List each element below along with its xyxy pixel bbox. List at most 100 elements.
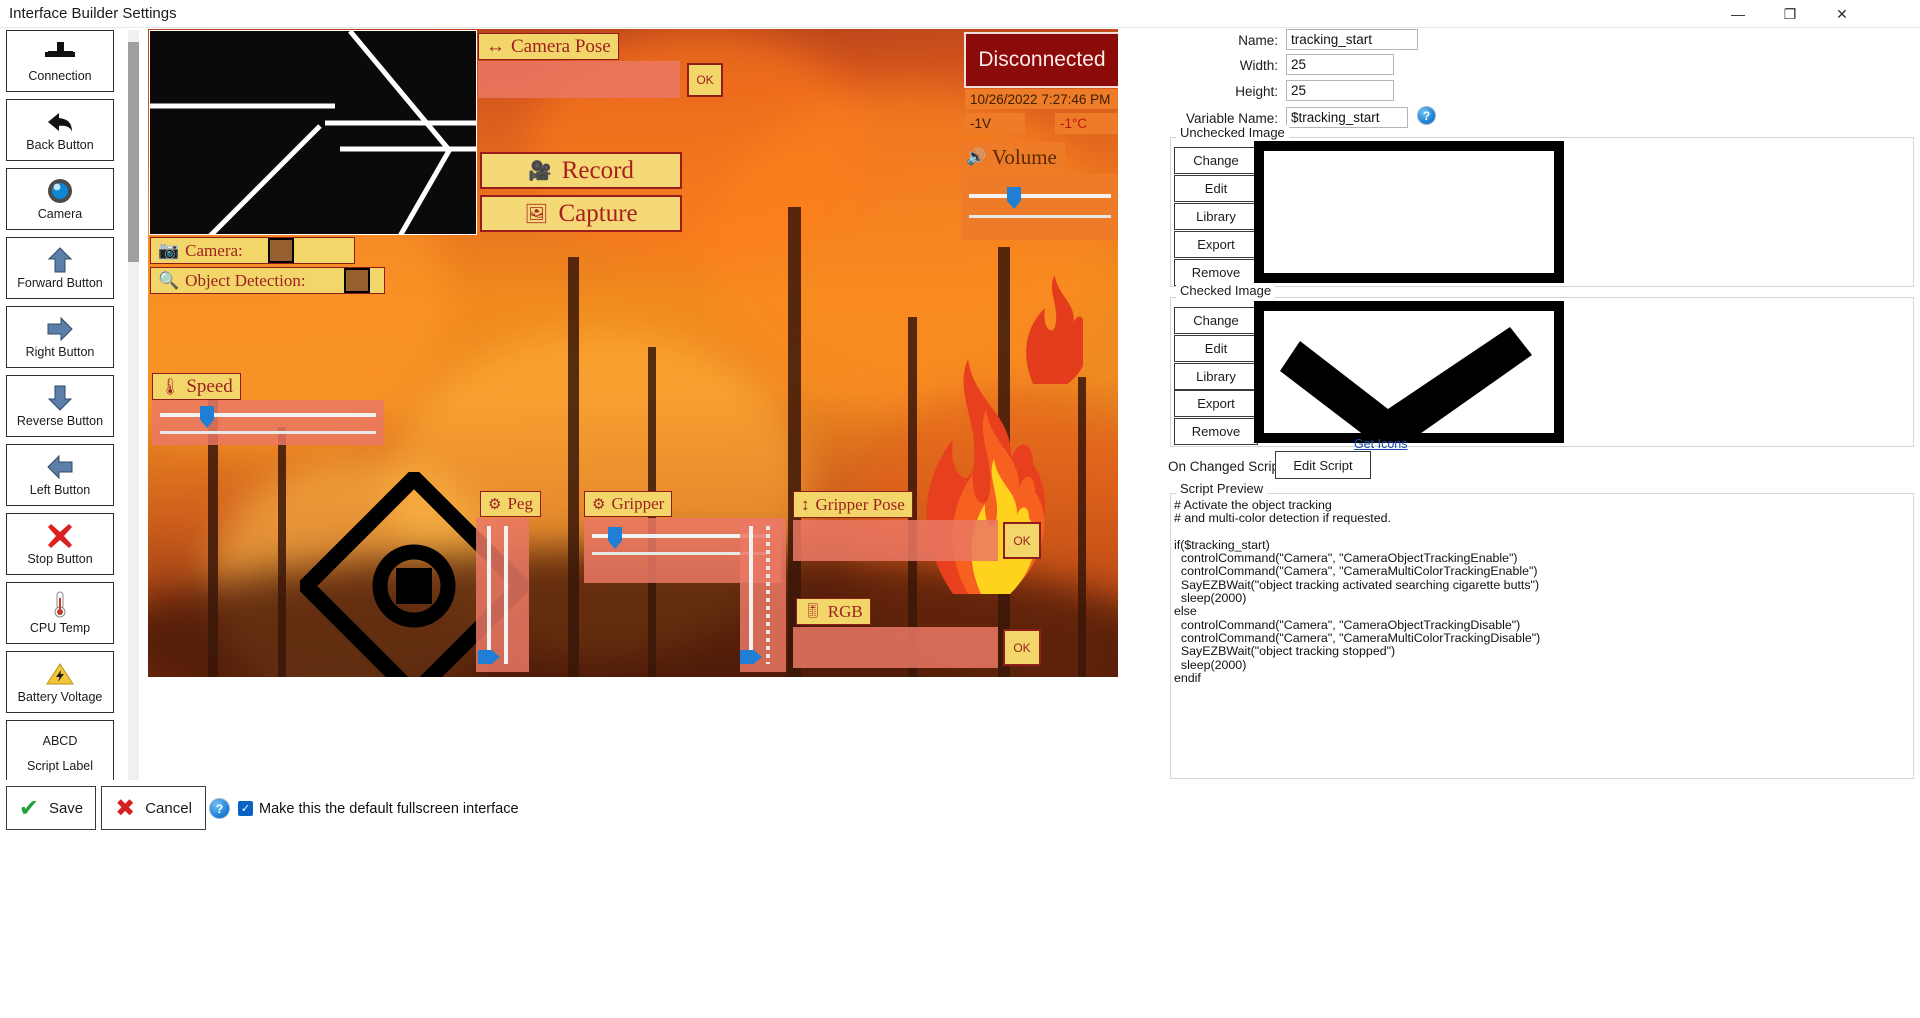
palette-item-label: Stop Button [27,552,93,566]
unchecked-edit-button[interactable]: Edit [1174,175,1258,202]
default-fullscreen-checkbox[interactable]: ✓ [238,801,253,816]
palette-item-label: Left Button [29,483,91,497]
object-detection-checkbox[interactable] [344,268,370,293]
peg-vertical-slider[interactable] [476,518,529,672]
palette-scrollbar[interactable] [128,30,139,780]
maximize-button[interactable]: ❐ [1764,0,1816,28]
camera-toggle-label[interactable]: 📷 Camera: [150,237,355,264]
palette-item-label: Camera [37,207,83,221]
get-icons-link[interactable]: Get Icons [1354,437,1408,451]
up-down-arrow-icon: ↕ [801,494,810,514]
palette-item-battery-voltage[interactable]: Battery Voltage [6,651,114,713]
rgb-ok-button[interactable]: OK [1003,629,1041,666]
thermometer-icon [52,588,68,621]
speaker-icon: 🔊 [966,149,986,166]
unchecked-library-button[interactable]: Library [1174,203,1258,230]
properties-panel: Name: tracking_start Width: 25 Height: 2… [1168,29,1916,779]
checked-image-preview[interactable] [1254,301,1564,443]
checked-export-button[interactable]: Export [1174,390,1258,417]
gear-icon: ⚙ [488,496,502,513]
datetime-display: 10/26/2022 7:27:46 PM [965,89,1118,109]
temperature-display: -1°C [1055,113,1118,134]
checked-remove-button[interactable]: Remove [1174,418,1258,445]
gripper-pose-input[interactable] [793,520,998,561]
width-field[interactable]: 25 [1286,54,1394,75]
palette-item-label: ABCD [42,733,78,748]
speed-label: 🌡 Speed [152,373,241,400]
battery-warning-icon [46,657,74,690]
script-preview-text[interactable]: # Activate the object tracking # and mul… [1174,498,1908,771]
palette-item-forward-button[interactable]: Forward Button [6,237,114,299]
palette-item-sublabel: Script Label [26,758,93,773]
palette-item-back-button[interactable]: Back Button [6,99,114,161]
camera-toggle-checkbox[interactable] [268,238,294,263]
unchecked-image-preview[interactable] [1254,141,1564,283]
camera-pose-ok-button[interactable]: OK [687,63,723,97]
rgb-label[interactable]: 🎚 RGB [796,598,871,625]
gear-icon: ⚙ [592,496,606,513]
speed-slider-panel[interactable] [152,400,384,445]
name-field[interactable]: tracking_start [1286,29,1418,50]
title-bar: Interface Builder Settings — ❐ ✕ [0,0,1920,28]
palette-item-camera[interactable]: Camera [6,168,114,230]
widget-palette[interactable]: Connection Back Button Camera Forward Butto… [6,30,128,780]
connection-status-button[interactable]: Disconnected [964,32,1118,88]
red-x-icon: ✖ [115,794,136,822]
edit-script-button[interactable]: Edit Script [1275,451,1371,479]
checked-edit-button[interactable]: Edit [1174,335,1258,362]
right-arrow-icon [47,312,73,345]
gripper-pose-ok-button[interactable]: OK [1003,522,1041,559]
photo-icon: 🖼 [524,203,549,225]
capture-button[interactable]: 🖼 Capture [480,195,682,232]
palette-item-right-button[interactable]: Right Button [6,306,114,368]
rgb-input[interactable] [793,627,998,668]
connection-icon [45,36,75,69]
checked-library-button[interactable]: Library [1174,363,1258,390]
left-arrow-icon [47,450,73,483]
minimize-button[interactable]: — [1712,0,1764,28]
palette-item-label: CPU Temp [29,621,91,635]
palette-item-label: Connection [28,69,92,83]
unchecked-change-button[interactable]: Change [1174,147,1258,174]
palette-item-reverse-button[interactable]: Reverse Button [6,375,114,437]
video-camera-icon: 🎥 [528,160,552,182]
gripper-pose-label[interactable]: ↕ Gripper Pose [793,491,913,518]
camera-feed[interactable] [149,30,477,235]
volume-label: 🔊 Volume [961,142,1065,172]
speedometer-icon: 🌡 [160,378,181,396]
window-title: Interface Builder Settings [9,5,177,22]
palette-item-cpu-temp[interactable]: CPU Temp [6,582,114,644]
checked-change-button[interactable]: Change [1174,307,1258,334]
green-check-icon: ✔ [18,794,39,822]
left-right-arrow-icon: ↔ [486,35,505,57]
close-button[interactable]: ✕ [1816,0,1868,28]
palette-item-stop-button[interactable]: Stop Button [6,513,114,575]
palette-item-left-button[interactable]: Left Button [6,444,114,506]
width-label: Width: [1239,58,1278,73]
peg-label: ⚙ Peg [480,491,541,517]
rgb-icon: 🎚 [804,604,822,619]
height-field[interactable]: 25 [1286,80,1394,101]
gripper-vertical-slider[interactable] [740,518,786,672]
interface-canvas[interactable]: 📷 Camera: 🔍 Object Detection: ↔ Camera P… [148,29,1118,677]
height-label: Height: [1235,84,1278,99]
variable-name-field[interactable]: $tracking_start [1286,107,1408,128]
default-fullscreen-label: Make this the default fullscreen interfa… [259,801,519,817]
record-button[interactable]: 🎥 Record [480,152,682,189]
camera-pose-label[interactable]: ↔ Camera Pose [478,33,619,60]
unchecked-remove-button[interactable]: Remove [1174,259,1258,286]
bottom-toolbar: ✔ Save ✖ Cancel ? ✓ Make this the defaul… [0,782,1920,1018]
red-x-icon [47,519,73,552]
camera-pose-input[interactable] [478,61,680,98]
back-arrow-icon [45,105,75,138]
volume-slider[interactable] [961,174,1118,240]
palette-scrollbar-thumb[interactable] [128,42,139,262]
palette-item-connection[interactable]: Connection [6,30,114,92]
cancel-button[interactable]: ✖ Cancel [101,786,206,830]
save-button[interactable]: ✔ Save [6,786,96,830]
palette-item-abcd[interactable]: ABCD Script Label [6,720,114,780]
help-icon[interactable]: ? [209,798,230,819]
variable-name-help-icon[interactable]: ? [1417,106,1436,125]
unchecked-export-button[interactable]: Export [1174,231,1258,258]
up-arrow-icon [47,243,73,276]
